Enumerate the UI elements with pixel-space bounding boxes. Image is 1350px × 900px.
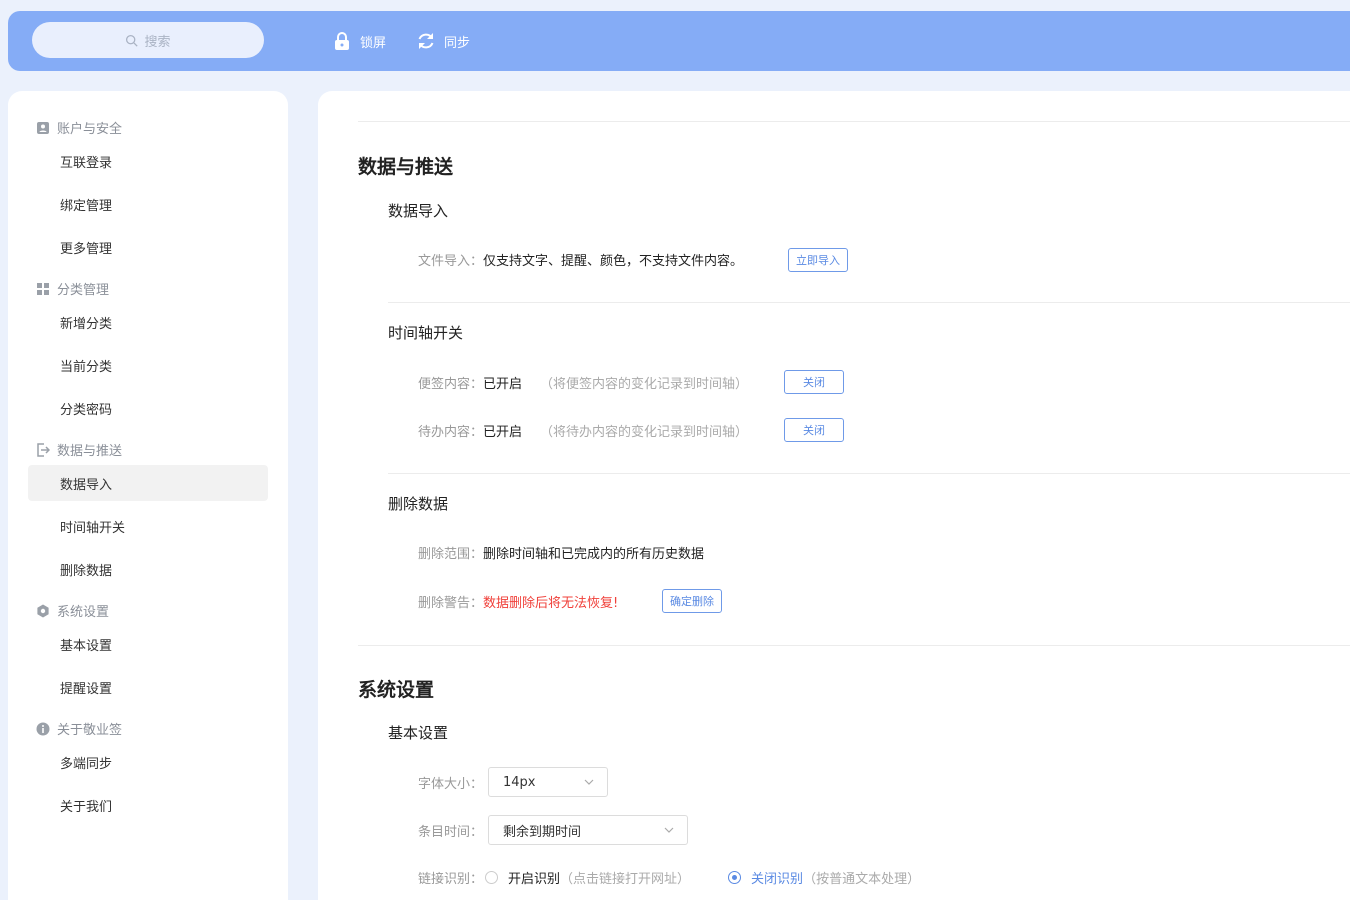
sync-button[interactable]: 同步 (416, 11, 470, 71)
subsection-title-timeline: 时间轴开关 (388, 324, 464, 342)
chevron-down-icon (664, 827, 674, 833)
font-size-row: 字体大小： (418, 776, 484, 792)
sidebar-item-multi-sync[interactable]: 多端同步 (28, 744, 268, 780)
sidebar-item-category-password[interactable]: 分类密码 (28, 390, 268, 426)
item-time-select[interactable]: 剩余到期时间 (488, 815, 688, 845)
export-icon (37, 442, 50, 457)
sidebar-group-account: 账户与安全 (36, 118, 122, 137)
top-bar: 搜索 锁屏 同步 (8, 11, 1350, 71)
lock-label: 锁屏 (360, 35, 387, 51)
link-off-option[interactable]: 关闭识别 （按普通文本处理） (728, 868, 920, 887)
sidebar-item-more[interactable]: 更多管理 (28, 229, 268, 265)
divider (358, 121, 1350, 122)
sidebar-group-about: 关于敬业签 (36, 719, 122, 738)
delete-warning-row: 删除警告： 数据删除后将无法恢复! (418, 595, 619, 611)
section-title-data: 数据与推送 (358, 156, 454, 178)
radio-link-off[interactable] (728, 870, 742, 884)
subsection-title-delete: 删除数据 (388, 495, 449, 513)
search-placeholder: 搜索 (144, 34, 171, 50)
sidebar-item-timeline[interactable]: 时间轴开关 (28, 508, 268, 544)
todo-timeline-row: 待办内容： 已开启 （将待办内容的变化记录到时间轴） (418, 424, 749, 440)
section-title-system: 系统设置 (358, 679, 435, 701)
sidebar-item-interconnect-login[interactable]: 互联登录 (28, 143, 268, 179)
sidebar-item-basic-settings[interactable]: 基本设置 (28, 626, 268, 662)
note-timeline-row: 便签内容： 已开启 （将便签内容的变化记录到时间轴） (418, 376, 749, 392)
sidebar: 账户与安全 互联登录 绑定管理 更多管理 分类管理 新增分类 当前分类 分类密码… (8, 91, 288, 900)
close-note-timeline-button[interactable]: 关闭 (784, 370, 844, 394)
file-import-row: 文件导入： 仅支持文字、提醒、颜色，不支持文件内容。 (418, 253, 744, 269)
divider (358, 645, 1350, 646)
main-panel: 数据与推送 数据导入 文件导入： 仅支持文字、提醒、颜色，不支持文件内容。 立即… (318, 91, 1350, 900)
link-recognition-row: 链接识别： 开启识别 （点击链接打开网址） 关闭识别 （按普通文本处理） (418, 862, 920, 892)
delete-scope-row: 删除范围： 删除时间轴和已完成内的所有历史数据 (418, 546, 705, 562)
sidebar-item-about-us[interactable]: 关于我们 (28, 787, 268, 823)
radio-link-on[interactable] (485, 870, 499, 884)
sidebar-item-reminder-settings[interactable]: 提醒设置 (28, 669, 268, 705)
sidebar-item-delete-data[interactable]: 删除数据 (28, 551, 268, 587)
sync-label: 同步 (444, 35, 471, 51)
sidebar-group-system: 系统设置 (36, 601, 109, 620)
info-icon (36, 722, 50, 735)
account-icon (37, 121, 49, 134)
sidebar-item-current-category[interactable]: 当前分类 (28, 347, 268, 383)
font-size-select[interactable]: 14px (488, 767, 608, 797)
search-input[interactable]: 搜索 (32, 22, 264, 58)
divider (388, 302, 1350, 303)
sidebar-group-category: 分类管理 (36, 279, 109, 298)
import-now-button[interactable]: 立即导入 (788, 248, 848, 272)
sidebar-item-data-import[interactable]: 数据导入 (28, 465, 268, 501)
sidebar-group-data: 数据与推送 (36, 440, 122, 459)
search-icon (126, 34, 139, 47)
sync-icon (418, 33, 434, 49)
settings-icon (37, 604, 49, 617)
chevron-down-icon (584, 779, 594, 785)
grid-icon (37, 282, 49, 295)
subsection-title-basic: 基本设置 (388, 724, 449, 742)
subsection-title-import: 数据导入 (388, 202, 449, 220)
item-time-row: 条目时间： (418, 824, 484, 840)
link-on-option[interactable]: 开启识别 （点击链接打开网址） (485, 868, 690, 887)
close-todo-timeline-button[interactable]: 关闭 (784, 418, 844, 442)
lock-icon (335, 32, 349, 50)
divider (388, 473, 1350, 474)
confirm-delete-button[interactable]: 确定删除 (662, 589, 722, 613)
sidebar-item-binding[interactable]: 绑定管理 (28, 186, 268, 222)
lock-screen-button[interactable]: 锁屏 (332, 11, 386, 71)
sidebar-item-add-category[interactable]: 新增分类 (28, 304, 268, 340)
